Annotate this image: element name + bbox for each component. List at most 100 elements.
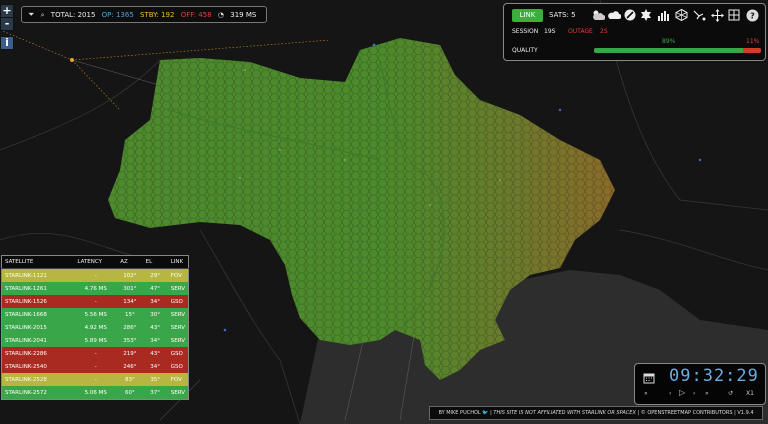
table-row[interactable]: STARLINK-2286 - 219° 43° GSO [1,347,189,360]
sat-el: 30° [150,311,161,318]
sat-el: 34° [150,298,161,305]
sat-name: STARLINK-2572 [5,389,47,396]
search-icon[interactable]: ⌕ [41,11,45,19]
table-row[interactable]: STARLINK-2540 - 246° 34° GSO [1,360,189,373]
sat-latency: 5.56 MS [84,311,107,318]
table-row[interactable]: STARLINK-2528 - 83° 35° FOV [1,373,189,386]
link-button[interactable]: LINK [512,9,543,22]
sat-az: 15° [125,311,135,318]
sats-count: SATS: 5 [549,11,576,19]
map-icon[interactable] [727,8,741,22]
sat-name: STARLINK-1526 [5,298,47,305]
sat-latency: - [94,272,97,279]
sat-name: STARLINK-1261 [5,285,47,292]
table-row[interactable]: STARLINK-1668 5.56 MS 15° 30° SERV [1,308,189,321]
operational-count: OP: 1365 [101,11,134,19]
sat-name: STARLINK-2015 [5,324,47,331]
osm-credit[interactable]: © OPENSTREETMAP CONTRIBUTORS [641,410,733,416]
satellite-table: SATELLITE LATENCY AZ EL LINK STARLINK-11… [1,255,189,400]
speed-multiplier[interactable]: X1 [746,390,754,397]
sat-link: SERV [170,311,185,318]
forward-fast-icon[interactable]: » [705,390,709,397]
info-button[interactable]: i [0,36,14,50]
sat-latency: - [94,376,97,383]
move-icon[interactable] [710,8,724,22]
sat-az: 246° [123,363,137,370]
sphere-grid-icon[interactable] [674,8,688,22]
author-credit[interactable]: BY MIKE PUCHOL [438,410,480,416]
quality-bad-percent: 11% [746,38,760,45]
quality-bar [594,48,761,53]
rewind-icon[interactable]: ‹ [669,390,671,397]
sat-name: STARLINK-1121 [5,272,47,279]
col-az[interactable]: AZ [117,255,143,269]
sat-el: 43° [150,324,161,331]
quality-good-percent: 89% [662,38,676,45]
moon-icon[interactable] [623,8,637,22]
sat-latency: - [94,363,97,370]
table-row[interactable]: STARLINK-2572 5.06 MS 60° 37° SERV [1,386,189,400]
disclaimer: THIS SITE IS NOT AFFILIATED WITH STARLIN… [493,410,636,416]
credits-bar: BY MIKE PUCHOL 🐦 | THIS SITE IS NOT AFFI… [429,406,763,420]
satellite-icon[interactable] [692,8,706,22]
zoom-out-button[interactable]: - [0,17,14,31]
sat-el: 43° [150,350,161,357]
off-count: OFF: 458 [180,11,212,19]
link-status-panel: LINK SATS: 5 ? SESSION 19S OUTAGE 2S QUA… [503,3,766,61]
sat-link: SERV [170,285,185,292]
col-el[interactable]: EL [142,255,168,269]
sun-icon[interactable] [639,8,653,22]
outage-value: 2S [600,28,608,35]
sat-link: FOV [170,272,182,279]
session-label: SESSION [512,28,539,35]
sat-az: 286° [123,324,137,331]
sat-az: 353° [123,337,137,344]
forward-icon[interactable]: › [693,390,695,397]
bar-chart-icon[interactable] [656,8,670,22]
sat-link: GSO [170,363,183,370]
table-row[interactable]: STARLINK-1121 - 102° 29° FOV [1,268,189,282]
sat-az: 102° [123,272,137,279]
sat-latency: 4.92 MS [84,324,107,331]
sat-name: STARLINK-2528 [5,376,47,383]
latency-value: 319 MS [230,11,257,19]
zoom-in-button[interactable]: + [0,4,14,18]
sat-link: SERV [170,389,185,396]
table-row[interactable]: STARLINK-2041 5.89 MS 353° 34° SERV [1,334,189,347]
sat-name: STARLINK-2286 [5,350,47,357]
sat-el: 37° [150,389,161,396]
rewind-fast-icon[interactable]: « [644,390,648,397]
sat-name: STARLINK-2540 [5,363,47,370]
filter-icon[interactable]: ⏷ [28,10,34,19]
sat-latency: - [94,350,97,357]
reset-time-icon[interactable]: ↺ [728,390,733,397]
latency-icon: ◔ [217,11,224,19]
col-link[interactable]: LINK [167,255,189,269]
total-count: TOTAL: 2015 [50,11,96,19]
sat-el: 34° [150,337,161,344]
sat-link: SERV [170,337,185,344]
table-row[interactable]: STARLINK-1261 4.76 MS 301° 47° SERV [1,282,189,295]
sat-link: SERV [170,324,185,331]
sat-latency: - [94,298,97,305]
outage-label: OUTAGE [568,28,593,35]
col-satellite[interactable]: SATELLITE [1,255,75,269]
col-latency[interactable]: LATENCY [74,255,118,269]
cloud-icon[interactable] [607,8,621,22]
sat-link: GSO [170,298,183,305]
table-row[interactable]: STARLINK-2015 4.92 MS 286° 43° SERV [1,321,189,334]
sat-name: STARLINK-2041 [5,337,47,344]
calendar-icon[interactable] [643,369,655,388]
sat-latency: 5.89 MS [84,337,107,344]
table-row[interactable]: STARLINK-1526 - 134° 34° GSO [1,295,189,308]
clock-time: 09:32:29 [669,366,759,386]
stats-bar: ⏷ ⌕ TOTAL: 2015 OP: 1365 STBY: 192 OFF: … [21,6,268,23]
play-icon[interactable]: ▷ [679,388,685,397]
cloud-sun-icon[interactable] [591,8,605,22]
sat-latency: 5.06 MS [84,389,107,396]
help-icon[interactable]: ? [745,8,759,22]
clock-panel: 09:32:29 « ‹ ▷ › » ↺ X1 [634,363,766,405]
svg-text:?: ? [750,11,755,20]
twitter-icon[interactable]: 🐦 [482,410,488,416]
sat-el: 35° [150,376,161,383]
